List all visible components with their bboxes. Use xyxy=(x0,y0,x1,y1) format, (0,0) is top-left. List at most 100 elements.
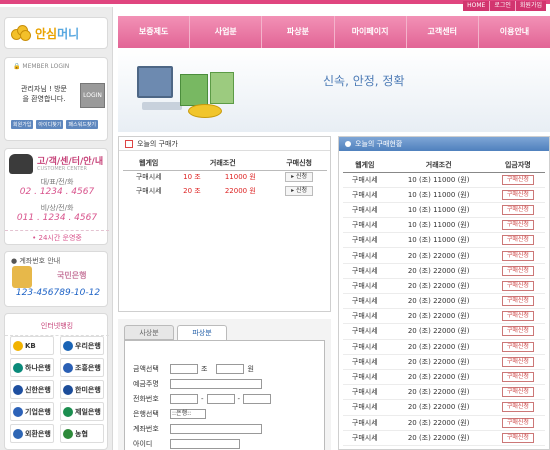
purchase-apply-button[interactable]: 구매신청 xyxy=(501,356,534,367)
purchase-apply-button[interactable]: 구매신청 xyxy=(501,189,534,200)
game-cell: 구매시세 xyxy=(343,384,387,401)
account-info: ● 계좌번호 안내 국민은행 123-456789-10-12 xyxy=(4,251,108,307)
amount-jo-input[interactable] xyxy=(170,363,198,374)
nav-buy[interactable]: 파상분 xyxy=(262,16,335,48)
purchase-apply-button[interactable]: 구매신청 xyxy=(501,417,534,428)
user-id-input[interactable] xyxy=(170,438,240,449)
table-row: 구매시세 20 (조) 22000 (원) 구매신청 xyxy=(343,369,545,386)
purchase-apply-button[interactable]: 구매신청 xyxy=(501,311,534,322)
column-header: 입금자명 xyxy=(490,159,545,173)
account-number-input[interactable] xyxy=(170,423,262,434)
purchase-apply-button[interactable]: 구매신청 xyxy=(501,174,534,185)
bank-logo-icon xyxy=(13,384,23,395)
amount-won-input[interactable] xyxy=(216,363,245,374)
purchase-apply-button[interactable]: 구매신청 xyxy=(501,326,534,337)
condition-cell: 20 (조) 22000 (원) xyxy=(386,339,491,355)
tab-sell[interactable]: 사상분 xyxy=(124,325,174,340)
condition-cell: 20 (조) 22000 (원) xyxy=(386,415,491,431)
nav-sell[interactable]: 사업분 xyxy=(190,16,263,48)
phone-input-3[interactable] xyxy=(243,393,272,404)
purchase-apply-button[interactable]: 구매신청 xyxy=(501,296,534,307)
table-row: 구매시세 20 (조) 22000 (원) 구매신청 xyxy=(343,354,545,370)
internet-banking: 인터넷뱅킹 KB 우리은행 하나은행 조흥은행 신한은행 한미은행 기업은행 제일은행 외환은행… xyxy=(4,313,109,450)
condition-cell: 20 (조) 22000 (원) xyxy=(386,323,491,340)
purchase-apply-button[interactable]: 구매신청 xyxy=(501,387,534,398)
phone-input-2[interactable] xyxy=(206,393,235,404)
bank-link[interactable]: KB xyxy=(10,336,54,355)
condition-cell: 20 (조) 22000 (원) xyxy=(386,369,491,386)
bank-link[interactable]: 하나은행 xyxy=(10,358,54,377)
bank-logo-icon xyxy=(13,406,23,417)
purchase-apply-button[interactable]: 구매신청 xyxy=(501,220,534,231)
purchase-apply-button[interactable]: 구매신청 xyxy=(501,235,534,246)
phone-label: 전화번호 xyxy=(133,394,159,403)
bank-link[interactable]: 한미은행 xyxy=(60,380,104,399)
signup-button[interactable]: 회원가입 xyxy=(11,120,34,129)
price-cell: 11000 원 xyxy=(224,173,256,182)
purchase-apply-button[interactable]: 구매신청 xyxy=(501,265,534,276)
table-row: 구매시세 20 (조) 22000 (원) 구매신청 xyxy=(343,430,545,446)
column-header: 구매신청 xyxy=(271,157,327,171)
find-password-button[interactable]: 패스워드찾기 xyxy=(66,120,99,129)
welcome-message: 관리자님 ! 방문 을 환영합니다. xyxy=(21,85,67,103)
nav-mypage[interactable]: 마이페이지 xyxy=(335,16,407,48)
table-row: 구매시세 20 (조) 22000 (원) 구매신청 xyxy=(343,384,545,401)
purchase-apply-button[interactable]: 구매신청 xyxy=(501,372,534,383)
tab-buy[interactable]: 파상분 xyxy=(177,325,227,340)
game-cell: 구매시세 xyxy=(343,430,387,446)
today-price-table: 웹게임 거래조건 구매신청 구매시세 10 조 11000 원 ▸ 신청 구매시… xyxy=(123,157,327,198)
keyboard-illustration xyxy=(142,102,182,110)
depositor-input[interactable] xyxy=(170,378,262,389)
login-box: 🔒 MEMBER LOGIN 관리자님 ! 방문 을 환영합니다. LOGIN 회… xyxy=(4,57,108,141)
game-cell: 구매시세 xyxy=(343,369,387,386)
condition-cell: 20 (조) 22000 (원) xyxy=(386,354,491,370)
purchase-status-table: 웹게임 거래조건 입금자명 구매시세 10 (조) 11000 (원) 구매신청 구매… xyxy=(343,159,545,446)
find-id-button[interactable]: 아이디찾기 xyxy=(36,120,64,129)
price-cell: 22000 원 xyxy=(224,187,256,195)
bank-link[interactable]: 조흥은행 xyxy=(60,358,104,377)
account-header: ● 계좌번호 안내 xyxy=(11,257,61,265)
purchase-status-panel: 오늘의 구매현황 웹게임 거래조건 입금자명 구매시세 10 (조) 11000 … xyxy=(338,136,550,450)
bank-link[interactable]: 기업은행 xyxy=(10,402,54,421)
apply-button[interactable]: ▸ 신청 xyxy=(285,172,314,183)
account-bank: 국민은행 xyxy=(57,271,87,280)
phone-input-1[interactable] xyxy=(170,393,198,404)
bank-link[interactable]: 우리은행 xyxy=(60,336,104,355)
home-link[interactable]: HOME xyxy=(463,1,489,11)
purchase-apply-button[interactable]: 구매신청 xyxy=(501,341,534,352)
logo[interactable]: 안심머니 xyxy=(4,17,108,49)
bank-name: 조흥은행 xyxy=(75,363,101,372)
purchase-apply-button[interactable]: 구매신청 xyxy=(501,204,534,215)
login-link[interactable]: 로그인 xyxy=(489,1,515,11)
column-header: 거래조건 xyxy=(174,157,272,171)
table-row: 구매시세 20 (조) 22000 (원) 구매신청 xyxy=(343,293,545,310)
bank-link[interactable]: 신한은행 xyxy=(10,380,54,399)
game-cell: 구매시세 xyxy=(343,172,387,188)
nav-customer-center[interactable]: 고객센터 xyxy=(407,16,479,48)
apply-button[interactable]: ▸ 신청 xyxy=(285,186,314,196)
bank-link[interactable]: 외환은행 xyxy=(10,424,54,443)
bank-link[interactable]: 농협 xyxy=(60,424,104,443)
amount-row: 금액선택 조 원 xyxy=(133,363,254,374)
bank-name: 신한은행 xyxy=(25,385,51,394)
operating-hours: • 24시간 운영중 xyxy=(5,230,109,243)
bank-name: 외환은행 xyxy=(25,429,51,438)
login-links: 회원가입 아이디찾기 패스워드찾기 xyxy=(11,120,99,129)
condition-cell: 20 (조) 22000 (원) xyxy=(386,399,491,416)
bank-logo-icon xyxy=(63,362,73,373)
customer-center: 고/객/센/터/안/내 CUSTOMER CENTER 대/표/전/화 02 .… xyxy=(4,148,109,245)
purchase-apply-button[interactable]: 구매신청 xyxy=(501,402,534,413)
bank-name: 제일은행 xyxy=(75,407,101,416)
unit-won: 원 xyxy=(247,364,254,373)
bank-link[interactable]: 제일은행 xyxy=(60,402,104,421)
nav-guide[interactable]: 이용안내 xyxy=(479,16,550,48)
phone-icon xyxy=(9,154,33,174)
hero-slogan: 신속, 안정, 정확 xyxy=(323,74,405,88)
bank-select[interactable]: ::은행:: xyxy=(170,408,206,419)
login-button[interactable]: LOGIN xyxy=(80,83,105,108)
nav-guarantee[interactable]: 보증제도 xyxy=(118,16,191,48)
purchase-apply-button[interactable]: 구매신청 xyxy=(501,250,534,261)
purchase-apply-button[interactable]: 구매신청 xyxy=(501,432,534,443)
signup-link[interactable]: 회원가입 xyxy=(514,1,546,11)
purchase-apply-button[interactable]: 구매신청 xyxy=(501,280,534,291)
